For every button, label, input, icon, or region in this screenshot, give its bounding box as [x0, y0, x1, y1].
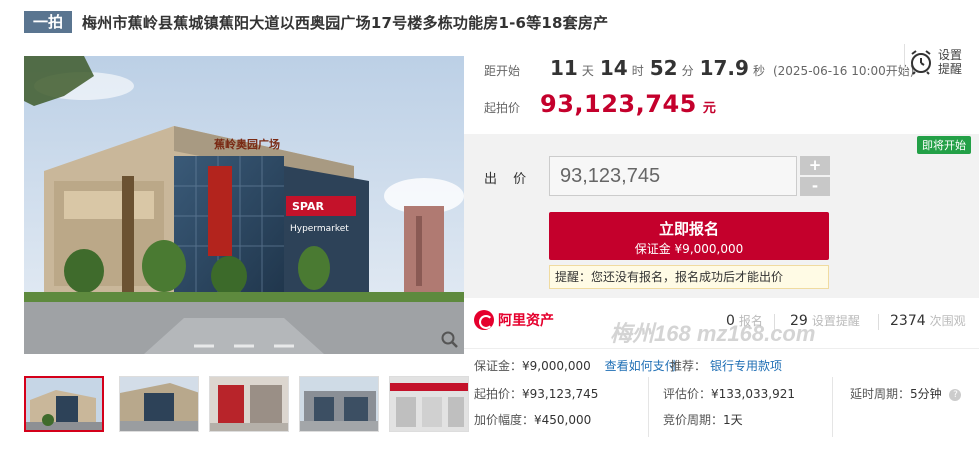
set-reminder-button[interactable]: 设置提醒	[909, 46, 973, 78]
watermark: 梅州168 mz168.com	[610, 321, 816, 346]
delay-period-value: 5分钟	[910, 387, 942, 401]
bid-cycle-value: 1天	[723, 413, 743, 427]
thumbnail-3[interactable]	[209, 376, 289, 432]
countdown-section: 距开始 11 天 14 时 52 分 17.9 秒 (2025-06-16 10…	[464, 44, 979, 134]
start-price-info-value: ¥93,123,745	[522, 387, 599, 401]
page-title: 梅州市蕉岭县蕉城镇蕉阳大道以西奥园广场17号楼多栋功能房1-6等18套房产	[82, 13, 609, 32]
countdown-row: 距开始 11 天 14 时 52 分 17.9 秒 (2025-06-16 10…	[484, 56, 914, 80]
stat-registrations: 0 报名	[726, 312, 763, 329]
thumbnail-2[interactable]	[119, 376, 199, 432]
auction-start-time: (2025-06-16 10:00开始)	[772, 64, 915, 78]
deposit-value: ¥9,000,000	[522, 359, 591, 373]
bid-amount-input[interactable]: 93,123,745	[549, 156, 797, 196]
ali-assets-logo[interactable]: 阿里资产	[474, 310, 554, 330]
info-divider	[648, 377, 649, 437]
stat-reminders: 29 设置提醒	[790, 312, 860, 329]
stat-views: 2374 次围观	[890, 312, 966, 329]
countdown-minutes: 52	[649, 56, 678, 80]
how-to-pay-link[interactable]: 查看如何支付	[605, 359, 677, 373]
bid-cycle-row: 竞价周期：1天	[663, 411, 743, 428]
deposit-row: 保证金：¥9,000,000 查看如何支付	[474, 357, 677, 374]
stat-reminders-label: 设置提醒	[811, 314, 860, 328]
assessed-price-row: 评估价：¥133,033,921	[663, 385, 795, 402]
bid-cycle-label: 竞价周期：	[663, 413, 724, 427]
stats-row: 阿里资产 梅州168 mz168.com 0 报名 29 设置提醒 2374 次…	[464, 298, 979, 348]
auction-panel: 距开始 11 天 14 时 52 分 17.9 秒 (2025-06-16 10…	[464, 44, 979, 468]
thumbnail-strip	[24, 376, 469, 432]
platform-name: 阿里资产	[498, 313, 554, 329]
set-reminder-label: 设置提醒	[937, 48, 962, 76]
spar-sign-text: SPAR	[292, 200, 324, 213]
countdown-minutes-unit: 分	[681, 64, 694, 78]
increment-row: 加价幅度：¥450,000	[474, 411, 591, 428]
countdown-days: 11	[550, 56, 578, 80]
increment-label: 加价幅度：	[474, 413, 535, 427]
thumbnail-1[interactable]	[24, 376, 104, 432]
start-price-label: 起拍价	[484, 101, 521, 115]
main-property-image[interactable]: SPAR Hypermarket 蕉岭奥园广场	[24, 56, 464, 354]
bid-stepper: + -	[800, 156, 830, 196]
stat-registrations-label: 报名	[738, 314, 763, 328]
start-price-unit: 元	[702, 101, 716, 116]
registration-notice: 提醒：您还没有报名，报名成功后才能出价	[549, 265, 829, 289]
hypermarket-sign-text: Hypermarket	[290, 224, 349, 234]
stat-views-label: 次围观	[929, 314, 966, 328]
zoom-icon[interactable]	[440, 330, 460, 350]
auction-info: 保证金：¥9,000,000 查看如何支付 推荐： 银行专用款项 起拍价：¥93,…	[464, 348, 979, 468]
register-deposit-label: 保证金 ¥9,000,000	[634, 242, 744, 256]
start-price-value: 93,123,745	[540, 90, 697, 118]
countdown-label: 距开始	[484, 64, 521, 78]
title-bar: 一拍 梅州市蕉岭县蕉城镇蕉阳大道以西奥园广场17号楼多栋功能房1-6等18套房产	[0, 0, 979, 44]
thumbnail-4[interactable]	[299, 376, 379, 432]
countdown-seconds: 17.9	[699, 56, 749, 80]
register-now-label: 立即报名	[658, 220, 719, 238]
bid-label: 出 价	[484, 172, 533, 187]
assessed-price-label: 评估价：	[663, 387, 712, 401]
bid-section: 即将开始 出 价 93,123,745 + - 立即报名 保证金 ¥9,000,…	[464, 134, 979, 298]
start-price-info-label: 起拍价：	[474, 387, 523, 401]
delay-period-label: 延时周期：	[850, 387, 911, 401]
countdown-hours: 14	[599, 56, 628, 80]
deposit-label: 保证金：	[474, 359, 523, 373]
increase-bid-button[interactable]: +	[800, 156, 830, 175]
recommend-row: 推荐： 银行专用款项	[670, 357, 782, 374]
increment-value: ¥450,000	[534, 413, 592, 427]
start-price-row: 起拍价 93,123,745 元	[484, 90, 716, 118]
stat-views-value: 2374	[890, 313, 926, 329]
countdown-days-unit: 天	[581, 64, 594, 78]
stat-registrations-value: 0	[726, 313, 735, 329]
delay-period-row: 延时周期：5分钟 ?	[850, 385, 962, 402]
bank-funds-link[interactable]: 银行专用款项	[710, 359, 782, 373]
info-divider	[832, 377, 833, 437]
countdown-hours-unit: 时	[631, 64, 644, 78]
countdown-seconds-unit: 秒	[752, 64, 765, 78]
reminder-divider	[904, 44, 905, 74]
stat-reminders-value: 29	[790, 313, 808, 329]
decrease-bid-button[interactable]: -	[800, 177, 830, 196]
register-now-button[interactable]: 立即报名 保证金 ¥9,000,000	[549, 212, 829, 260]
assessed-price-value: ¥133,033,921	[711, 387, 795, 401]
start-price-info-row: 起拍价：¥93,123,745	[474, 385, 598, 402]
stat-divider	[774, 314, 775, 330]
mall-name-sign: 蕉岭奥园广场	[213, 137, 280, 151]
recommend-label: 推荐：	[670, 359, 707, 373]
stat-divider	[878, 314, 879, 330]
status-badge: 即将开始	[917, 136, 971, 154]
thumbnail-5[interactable]	[389, 376, 469, 432]
help-icon[interactable]: ?	[949, 388, 962, 401]
ali-assets-logo-icon	[474, 310, 494, 330]
alarm-clock-icon	[911, 50, 931, 75]
auction-type-tag: 一拍	[24, 11, 73, 33]
property-photo: SPAR Hypermarket 蕉岭奥园广场	[24, 56, 464, 354]
